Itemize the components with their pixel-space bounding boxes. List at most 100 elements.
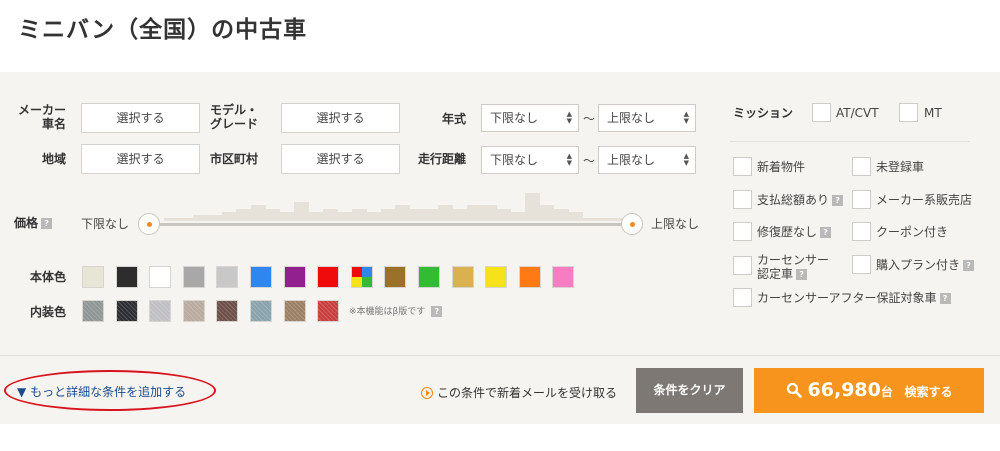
after-warranty-checkbox[interactable]: [733, 288, 752, 307]
coupon-checkbox[interactable]: [852, 222, 871, 241]
mileage-max-value: 上限なし: [607, 153, 656, 167]
price-slider-track[interactable]: [148, 223, 634, 226]
interior-color-swatch[interactable]: [216, 300, 239, 322]
mail-subscribe-text: この条件で新着メールを受け取る: [437, 386, 618, 400]
city-label: 市区町村: [210, 152, 259, 166]
unregistered-checkbox[interactable]: [852, 157, 871, 176]
interior-color-swatch[interactable]: [283, 300, 306, 322]
purchase-plan-label: 購入プラン付き?: [876, 258, 975, 272]
after-warranty-label: カーセンサーアフター保証対象車?: [757, 291, 951, 305]
year-max-select[interactable]: 上限なし ▲ ▼: [598, 104, 696, 132]
mileage-min-select[interactable]: 下限なし ▲ ▼: [481, 146, 579, 174]
no-repair-checkbox[interactable]: [733, 222, 752, 241]
histogram-bar: [192, 215, 208, 221]
maker-dealer-checkbox[interactable]: [852, 190, 871, 209]
new-arrival-checkbox[interactable]: [733, 157, 752, 176]
maker-select-button[interactable]: 選択する: [81, 103, 200, 133]
certified-label-line2: 認定車?: [757, 267, 829, 281]
maker-label-line1: メーカー: [17, 103, 66, 117]
city-select-button[interactable]: 選択する: [281, 144, 400, 174]
play-circle-icon: [421, 387, 433, 399]
beta-note: ※本機能はβ版です?: [349, 305, 443, 319]
body-color-swatch[interactable]: [82, 266, 104, 288]
mission-label: ミッション: [733, 106, 794, 120]
help-icon[interactable]: ?: [963, 260, 975, 271]
body-color-swatch[interactable]: [384, 266, 407, 288]
histogram-bar: [553, 209, 569, 221]
body-color-label: 本体色: [29, 270, 66, 284]
new-arrival-label: 新着物件: [757, 160, 806, 174]
help-icon[interactable]: ?: [939, 293, 951, 304]
price-min-handle[interactable]: [138, 213, 160, 235]
no-repair-label: 修復歴なし?: [757, 225, 832, 239]
histogram-bar: [164, 218, 179, 221]
body-color-swatch[interactable]: [552, 266, 575, 288]
histogram-bar: [236, 209, 252, 221]
body-color-swatch[interactable]: [149, 266, 172, 288]
mileage-max-select[interactable]: 上限なし ▲ ▼: [598, 146, 696, 174]
help-icon[interactable]: ?: [41, 218, 53, 229]
body-color-swatch[interactable]: [485, 266, 508, 288]
body-color-swatch[interactable]: [250, 266, 272, 288]
maker-label: メーカー 車名: [14, 103, 66, 131]
mileage-label: 走行距離: [417, 152, 466, 166]
search-action: 検索する: [904, 385, 953, 399]
interior-color-swatch[interactable]: [317, 300, 340, 322]
updown-arrows-icon: ▲ ▼: [566, 110, 572, 125]
interior-color-swatch[interactable]: [82, 300, 104, 322]
more-conditions-link[interactable]: ▼ もっと詳細な条件を追加する: [17, 383, 186, 400]
histogram-bar: [351, 209, 367, 221]
total-price-text: 支払総額あり: [757, 193, 830, 207]
model-select-button[interactable]: 選択する: [281, 103, 400, 133]
mileage-range-separator: ～: [583, 154, 596, 168]
mt-checkbox[interactable]: [899, 103, 918, 122]
histogram-bar: [395, 205, 410, 221]
price-max-handle[interactable]: [621, 213, 643, 235]
mail-subscribe-link[interactable]: この条件で新着メールを受け取る: [421, 384, 617, 401]
body-color-swatch[interactable]: [216, 266, 239, 288]
histogram-bar: [409, 209, 425, 221]
histogram-bar: [221, 212, 237, 221]
histogram-bar: [452, 209, 468, 221]
help-icon[interactable]: ?: [796, 269, 808, 280]
help-icon[interactable]: ?: [431, 306, 443, 317]
histogram-bar: [467, 205, 483, 221]
histogram-bar: [496, 209, 511, 221]
histogram-bar: [597, 218, 613, 221]
year-max-value: 上限なし: [607, 111, 656, 125]
body-color-swatch[interactable]: [283, 266, 306, 288]
clear-conditions-button[interactable]: 条件をクリア: [636, 368, 743, 413]
body-color-swatch[interactable]: [182, 266, 205, 288]
body-color-swatch[interactable]: [418, 266, 440, 288]
more-conditions-text: もっと詳細な条件を追加する: [30, 385, 187, 399]
histogram-bar: [366, 212, 382, 221]
year-min-select[interactable]: 下限なし ▲ ▼: [481, 104, 579, 132]
region-select-button[interactable]: 選択する: [81, 144, 200, 174]
body-color-swatch[interactable]: [115, 266, 138, 288]
model-label-line1: モデル・: [210, 103, 259, 117]
histogram-bar: [207, 215, 223, 221]
certified-label-line1: カーセンサー: [757, 253, 830, 267]
body-color-swatch[interactable]: [350, 266, 373, 288]
help-icon[interactable]: ?: [820, 227, 832, 238]
search-button[interactable]: 66,980台 検索する: [754, 368, 984, 413]
help-icon[interactable]: ?: [832, 195, 844, 206]
price-max-label: 上限なし: [651, 217, 700, 231]
histogram-bar: [337, 212, 353, 221]
total-price-label: 支払総額あり?: [757, 193, 844, 207]
interior-color-swatch[interactable]: [149, 300, 172, 322]
histogram-bar: [293, 202, 309, 221]
certified-label-line2-text: 認定車: [757, 267, 794, 281]
unregistered-label: 未登録車: [876, 160, 925, 174]
total-price-checkbox[interactable]: [733, 190, 752, 209]
body-color-swatch[interactable]: [317, 266, 340, 288]
interior-color-swatch[interactable]: [250, 300, 272, 322]
purchase-plan-checkbox[interactable]: [852, 255, 871, 274]
interior-color-swatch[interactable]: [115, 300, 138, 322]
body-color-swatch[interactable]: [451, 266, 474, 288]
at-cvt-checkbox[interactable]: [812, 103, 831, 122]
histogram-bar: [582, 218, 598, 221]
interior-color-swatch[interactable]: [182, 300, 205, 322]
body-color-swatch[interactable]: [518, 266, 541, 288]
certified-checkbox[interactable]: [733, 256, 752, 275]
